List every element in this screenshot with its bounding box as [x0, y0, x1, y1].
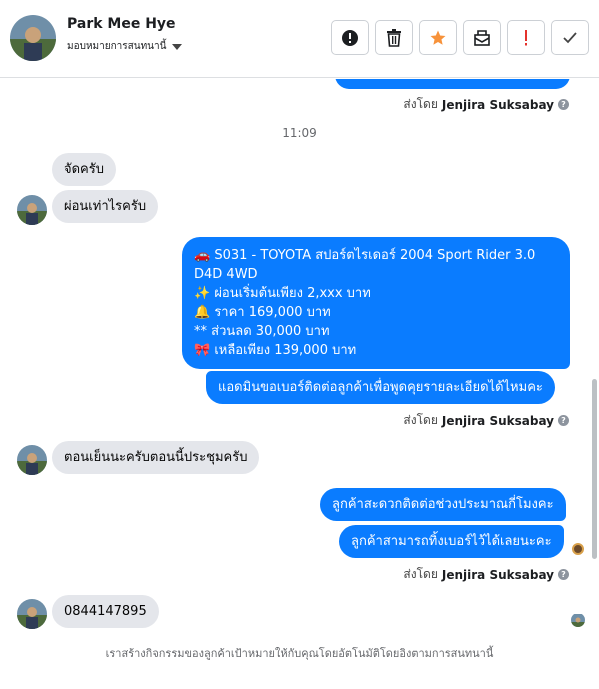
message-timestamp: 11:09: [282, 126, 317, 140]
contact-name[interactable]: Park Mee Hye: [67, 16, 176, 32]
contact-avatar-small: [17, 445, 47, 475]
listing-title-line: 🚗 S031 - TOYOTA สปอร์ตไรเดอร์ 2004 Sport…: [194, 248, 536, 263]
message-thread[interactable]: ส่งโดย Jenjira Suksabay ? 11:09 จัดครับ …: [0, 79, 599, 689]
contact-avatar-small: [17, 195, 47, 225]
seen-avatar: [571, 613, 585, 627]
assign-conversation-dropdown[interactable]: มอบหมายการสนทนานี้: [67, 39, 183, 54]
message-bubble-outgoing[interactable]: แอดมินขอเบอร์ติดต่อลูกค้าเพื่อพูดคุยรายล…: [206, 371, 555, 404]
message-bubble-incoming[interactable]: จัดครับ: [52, 153, 116, 186]
message-bubble-outgoing[interactable]: ลูกค้าสะดวกติดต่อช่วงประมาณกี่โมงคะ: [320, 488, 566, 521]
listing-installment-line: ✨ ผ่อนเริ่มต้นเพียง 2,xxx บาท: [194, 286, 371, 301]
sent-by-label: ส่งโดย Jenjira Suksabay ?: [403, 565, 569, 584]
sent-by-prefix: ส่งโดย: [403, 97, 438, 111]
listing-price-line: 🔔 ราคา 169,000 บาท: [194, 305, 331, 320]
conversation-header: Park Mee Hye มอบหมายการสนทนานี้: [0, 0, 599, 78]
done-button[interactable]: [551, 20, 589, 55]
archive-icon: [474, 29, 490, 46]
alert-circle-icon: [342, 29, 358, 46]
assign-label: มอบหมายการสนทนานี้: [67, 41, 167, 52]
help-icon[interactable]: ?: [558, 99, 569, 110]
listing-final-price-line: 🎀 เหลือเพียง 139,000 บาท: [194, 343, 357, 358]
spam-button[interactable]: [507, 20, 545, 55]
listing-discount-line: ** ส่วนลด 30,000 บาท: [194, 324, 330, 339]
message-bubble-outgoing[interactable]: ลูกค้าสามารถทิ้งเบอร์ไว้ได้เลยนะคะ: [339, 525, 564, 558]
exclamation-icon: [525, 29, 527, 45]
listing-title-line-2: D4D 4WD: [194, 267, 258, 282]
message-bubble-incoming[interactable]: ผ่อนเท่าไรครับ: [52, 190, 159, 223]
message-bubble-outgoing-previous[interactable]: [335, 79, 570, 89]
archive-button[interactable]: [463, 20, 501, 55]
conversation-actions: [331, 20, 589, 55]
sent-by-name: Jenjira Suksabay: [441, 567, 554, 582]
sent-by-prefix: ส่งโดย: [403, 413, 438, 427]
alert-button[interactable]: [331, 20, 369, 55]
message-bubble-incoming[interactable]: ตอนเย็นนะครับตอนนี้ประชุมครับ: [52, 441, 260, 474]
star-button[interactable]: [419, 20, 457, 55]
sent-by-prefix: ส่งโดย: [403, 567, 438, 581]
sent-by-name: Jenjira Suksabay: [441, 413, 554, 428]
star-icon: [430, 30, 446, 45]
trash-icon: [387, 28, 401, 47]
sent-by-label: ส่งโดย Jenjira Suksabay ?: [403, 411, 569, 430]
automation-note: เราสร้างกิจกรรมของลูกค้าเป้าหมายให้กับคุ…: [105, 647, 494, 660]
sent-by-label: ส่งโดย Jenjira Suksabay ?: [403, 95, 569, 114]
check-icon: [563, 31, 577, 43]
scrollbar[interactable]: [592, 379, 597, 559]
delete-button[interactable]: [375, 20, 413, 55]
message-bubble-outgoing-listing[interactable]: 🚗 S031 - TOYOTA สปอร์ตไรเดอร์ 2004 Sport…: [182, 237, 570, 369]
help-icon[interactable]: ?: [558, 569, 569, 580]
read-receipt-avatar: [572, 543, 584, 555]
sent-by-name: Jenjira Suksabay: [441, 97, 554, 112]
contact-avatar-small: [17, 599, 47, 629]
contact-avatar[interactable]: [10, 15, 56, 61]
chevron-down-icon: [172, 43, 183, 50]
message-bubble-incoming[interactable]: 0844147895: [52, 595, 159, 628]
help-icon[interactable]: ?: [558, 415, 569, 426]
